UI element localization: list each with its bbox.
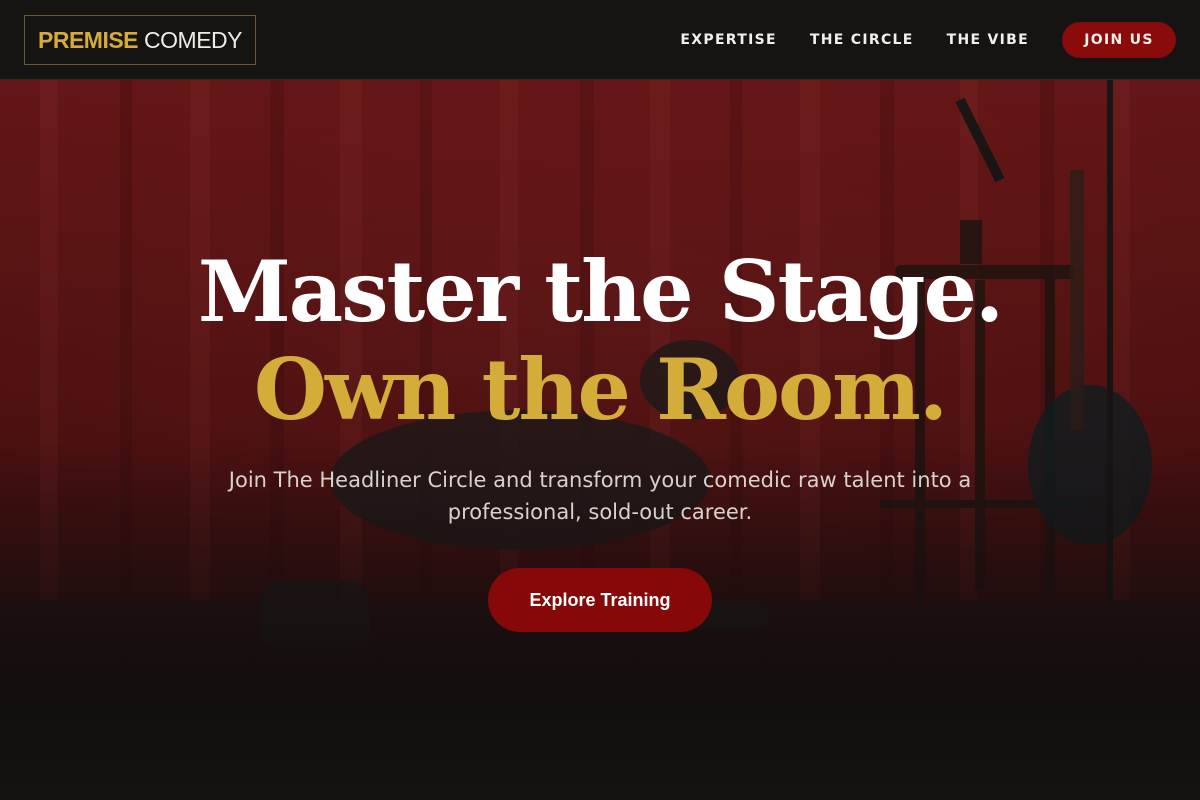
nav-link-the-vibe[interactable]: THE VIBE [947,32,1029,48]
logo-brand: PREMISE [38,26,139,53]
logo[interactable]: PREMISE COMEDY [24,15,256,65]
site-header: PREMISE COMEDY EXPERTISE THE CIRCLE THE … [0,0,1200,80]
nav-link-the-circle[interactable]: THE CIRCLE [810,32,914,48]
hero-overlay [0,80,1200,800]
hero-headline-line1: Master the Stage. [197,242,1004,341]
main-nav: EXPERTISE THE CIRCLE THE VIBE JOIN US [680,22,1176,58]
explore-training-button[interactable]: Explore Training [488,568,712,632]
nav-link-expertise[interactable]: EXPERTISE [680,32,776,48]
join-us-button[interactable]: JOIN US [1062,22,1176,58]
logo-word: COMEDY [144,26,242,53]
hero-subtitle: Join The Headliner Circle and transform … [228,468,972,524]
hero-section: Master the Stage. Own the Room. Join The… [0,80,1200,800]
hero-headline-line2: Own the Room. [253,340,948,439]
